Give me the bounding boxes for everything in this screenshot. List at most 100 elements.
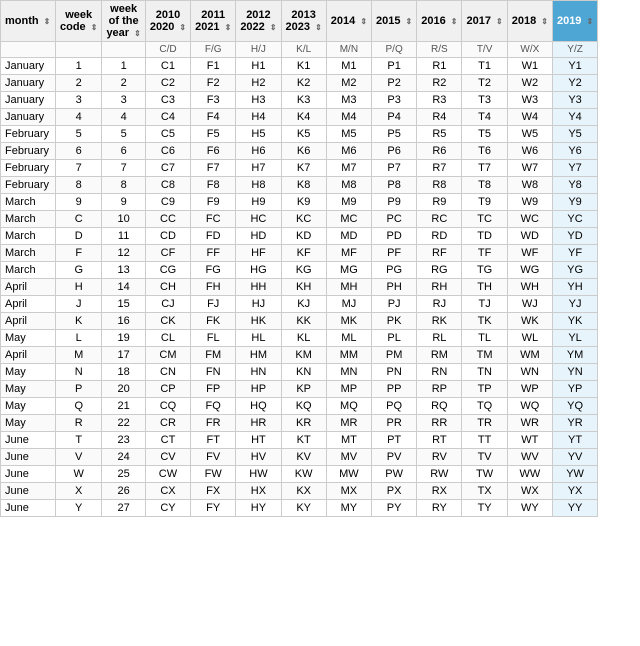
cell-15-9: RK [417, 313, 462, 330]
cell-4-12: Y5 [552, 126, 597, 143]
col-header-week_of_year[interactable]: weekof theyear ⇕ [102, 1, 145, 42]
col-header-y2016[interactable]: 2016 ⇕ [417, 1, 462, 42]
cell-11-7: MF [326, 245, 371, 262]
cell-4-9: R5 [417, 126, 462, 143]
cell-7-12: Y8 [552, 177, 597, 194]
table-row: AprilJ15CJFJHJKJMJPJRJTJWJYJ [1, 296, 598, 313]
sort-icon[interactable]: ⇕ [225, 23, 232, 32]
cell-0-0: January [1, 58, 56, 75]
cell-16-4: FL [191, 330, 236, 347]
col-header-y2013[interactable]: 20132023 ⇕ [281, 1, 326, 42]
header-row-top: month ⇕weekcode ⇕weekof theyear ⇕2010202… [1, 1, 598, 42]
cell-2-7: M3 [326, 92, 371, 109]
cell-3-7: M4 [326, 109, 371, 126]
cell-7-2: 8 [102, 177, 145, 194]
col-header-y2011[interactable]: 20112021 ⇕ [191, 1, 236, 42]
col-header-month[interactable]: month ⇕ [1, 1, 56, 42]
sort-icon[interactable]: ⇕ [134, 29, 141, 38]
cell-14-4: FJ [191, 296, 236, 313]
cell-13-1: H [56, 279, 102, 296]
cell-4-4: F5 [191, 126, 236, 143]
cell-1-10: T2 [462, 75, 507, 92]
cell-17-1: M [56, 347, 102, 364]
cell-10-9: RD [417, 228, 462, 245]
sort-icon[interactable]: ⇕ [315, 23, 322, 32]
cell-18-1: N [56, 364, 102, 381]
table-row: MarchC10CCFCHCKCMCPCRCTCWCYC [1, 211, 598, 228]
cell-20-11: WQ [507, 398, 552, 415]
table-row: February77C7F7H7K7M7P7R7T7W7Y7 [1, 160, 598, 177]
cell-24-5: HW [236, 466, 281, 483]
sort-icon[interactable]: ⇕ [496, 17, 503, 26]
sort-icon[interactable]: ⇕ [360, 17, 367, 26]
cell-9-5: HC [236, 211, 281, 228]
cell-6-11: W7 [507, 160, 552, 177]
cell-1-9: R2 [417, 75, 462, 92]
cell-22-0: June [1, 432, 56, 449]
cell-11-6: KF [281, 245, 326, 262]
col-header-y2015[interactable]: 2015 ⇕ [372, 1, 417, 42]
sort-icon[interactable]: ⇕ [44, 17, 51, 26]
col-header-y2017[interactable]: 2017 ⇕ [462, 1, 507, 42]
header-row-sub: C/DF/GH/JK/LM/NP/QR/ST/VW/XY/Z [1, 42, 598, 58]
cell-25-10: TX [462, 483, 507, 500]
cell-5-9: R6 [417, 143, 462, 160]
cell-22-8: PT [372, 432, 417, 449]
cell-8-9: R9 [417, 194, 462, 211]
cell-13-9: RH [417, 279, 462, 296]
cell-9-4: FC [191, 211, 236, 228]
cell-9-11: WC [507, 211, 552, 228]
cell-18-11: WN [507, 364, 552, 381]
col-sub-y2010: C/D [145, 42, 190, 58]
table-row: MarchG13CGFGHGKGMGPGRGTGWGYG [1, 262, 598, 279]
cell-4-10: T5 [462, 126, 507, 143]
cell-25-2: 26 [102, 483, 145, 500]
cell-12-10: TG [462, 262, 507, 279]
sort-icon[interactable]: ⇕ [406, 17, 413, 26]
sort-icon[interactable]: ⇕ [451, 17, 458, 26]
col-header-y2014[interactable]: 2014 ⇕ [326, 1, 371, 42]
cell-18-10: TN [462, 364, 507, 381]
cell-6-3: C7 [145, 160, 190, 177]
cell-13-3: CH [145, 279, 190, 296]
cell-19-10: TP [462, 381, 507, 398]
cell-26-4: FY [191, 500, 236, 517]
col-header-y2019[interactable]: 2019 ⇕ [552, 1, 597, 42]
cell-8-7: M9 [326, 194, 371, 211]
cell-23-1: V [56, 449, 102, 466]
col-header-week_code[interactable]: weekcode ⇕ [56, 1, 102, 42]
cell-14-7: MJ [326, 296, 371, 313]
cell-13-7: MH [326, 279, 371, 296]
col-header-y2012[interactable]: 20122022 ⇕ [236, 1, 281, 42]
cell-0-12: Y1 [552, 58, 597, 75]
cell-6-9: R7 [417, 160, 462, 177]
cell-20-9: RQ [417, 398, 462, 415]
col-header-y2018[interactable]: 2018 ⇕ [507, 1, 552, 42]
cell-1-5: H2 [236, 75, 281, 92]
sort-icon[interactable]: ⇕ [270, 23, 277, 32]
cell-16-12: YL [552, 330, 597, 347]
cell-8-2: 9 [102, 194, 145, 211]
cell-9-3: CC [145, 211, 190, 228]
sort-icon[interactable]: ⇕ [586, 17, 593, 26]
sort-icon[interactable]: ⇕ [91, 23, 98, 32]
cell-14-5: HJ [236, 296, 281, 313]
col-sub-y2015: P/Q [372, 42, 417, 58]
cell-2-5: H3 [236, 92, 281, 109]
sort-icon[interactable]: ⇕ [179, 23, 186, 32]
table-row: MayN18CNFNHNKNMNPNRNTNWNYN [1, 364, 598, 381]
sort-icon[interactable]: ⇕ [541, 17, 548, 26]
cell-12-6: KG [281, 262, 326, 279]
cell-21-4: FR [191, 415, 236, 432]
cell-23-8: PV [372, 449, 417, 466]
cell-17-2: 17 [102, 347, 145, 364]
cell-20-5: HQ [236, 398, 281, 415]
cell-17-11: WM [507, 347, 552, 364]
col-header-y2010[interactable]: 20102020 ⇕ [145, 1, 190, 42]
cell-2-6: K3 [281, 92, 326, 109]
cell-2-8: P3 [372, 92, 417, 109]
cell-10-5: HD [236, 228, 281, 245]
cell-7-3: C8 [145, 177, 190, 194]
cell-2-4: F3 [191, 92, 236, 109]
cell-4-1: 5 [56, 126, 102, 143]
